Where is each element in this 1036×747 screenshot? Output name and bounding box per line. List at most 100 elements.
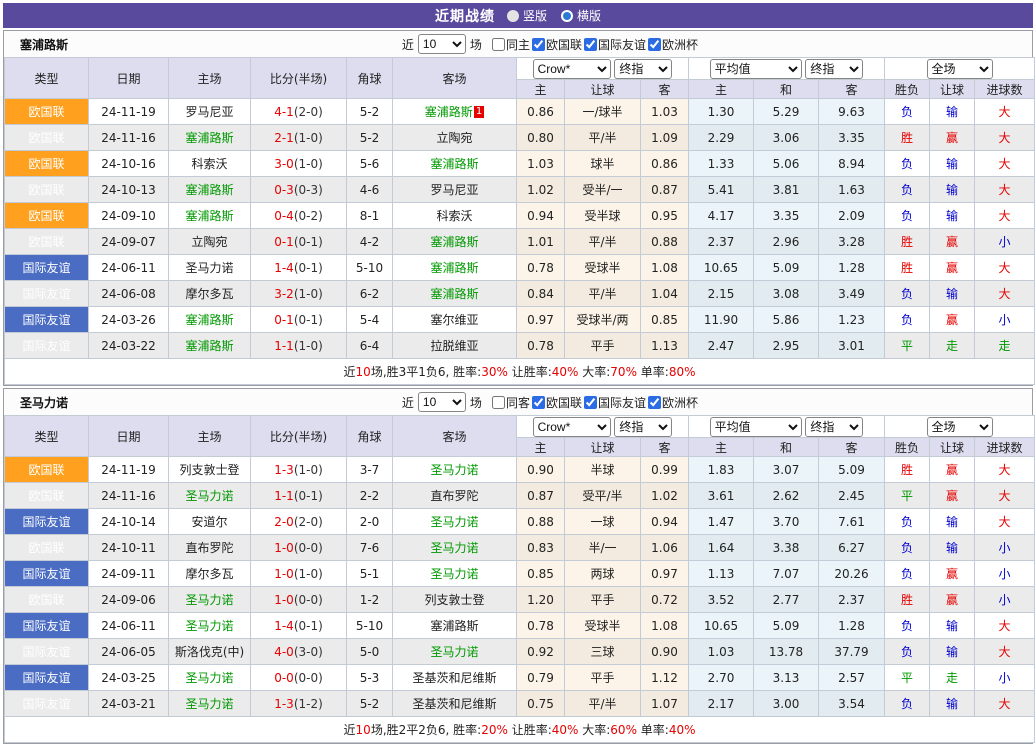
avg-home-odds: 11.90 [688, 306, 755, 333]
result-goals: 小 [974, 586, 1036, 613]
handicap-home-odds: 0.78 [516, 612, 565, 639]
match-row: 欧国联 24-10-16 科索沃 3-0(1-0) 5-6 塞浦路斯 1.03 … [4, 150, 1036, 177]
avg-away-odds: 6.27 [818, 534, 886, 561]
filter-checkbox-3[interactable]: 欧洲杯 [647, 394, 698, 411]
filter-bar: 近 10 场 同客 欧国联 国际友谊 欧洲杯 [402, 392, 698, 412]
sections-container: 塞浦路斯 近 10 场 同主 欧国联 国际友谊 欧洲杯 类型 日期 主场 比分(半 [3, 30, 1036, 744]
match-date: 24-03-21 [88, 690, 169, 717]
filter-checkbox-3[interactable]: 欧洲杯 [647, 36, 698, 53]
half-time-score: (2-0) [293, 514, 323, 529]
result-winloss: 负 [884, 150, 931, 177]
checkbox-input[interactable] [583, 395, 597, 409]
match-date: 24-10-14 [88, 508, 169, 535]
odds-time-select[interactable]: 终指 [614, 416, 673, 437]
scope-group: 全场 [884, 415, 1036, 438]
sub-header-avg-home: 主 [688, 437, 755, 457]
checkbox-input[interactable] [491, 395, 505, 409]
team-section-1: 圣马力诺 近 10 场 同客 欧国联 国际友谊 欧洲杯 类型 日期 主场 比分(半 [3, 388, 1036, 744]
avg-away-odds: 2.37 [818, 586, 886, 613]
sub-header-goals: 进球数 [974, 437, 1036, 457]
avg-draw-odds: 3.38 [753, 534, 820, 561]
filter-checkbox-2[interactable]: 国际友谊 [583, 394, 646, 411]
match-row: 国际友谊 24-03-26 塞浦路斯 0-1(0-1) 5-4 塞尔维亚 0.9… [4, 306, 1036, 333]
near-label: 近 [401, 37, 414, 52]
handicap-home-odds: 0.75 [516, 690, 565, 717]
handicap-line: 半球 [564, 456, 641, 483]
match-date: 24-10-11 [88, 534, 169, 561]
avg-home-odds: 2.15 [688, 280, 755, 307]
half-time-score: (1-0) [293, 286, 323, 301]
scope-select[interactable]: 全场 [926, 58, 993, 79]
match-count-select[interactable]: 10 [417, 392, 466, 412]
avg-time-select[interactable]: 终指 [805, 416, 864, 437]
filter-checkbox-0[interactable]: 同客 [491, 394, 530, 411]
avg-source-select[interactable]: 平均值 [709, 416, 802, 437]
odds-source-select[interactable]: Crow* [532, 416, 611, 437]
scope-select[interactable]: 全场 [926, 416, 993, 437]
result-handicap: 输 [929, 638, 976, 665]
checkbox-input[interactable] [491, 37, 505, 51]
score-cell: 0-0(0-0) [250, 664, 347, 691]
corner-score: 5-6 [346, 150, 393, 177]
summary-stat-value: 10 [355, 365, 371, 379]
avg-home-odds: 2.17 [688, 690, 755, 717]
filter-checkbox-1[interactable]: 欧国联 [531, 394, 582, 411]
checkbox-input[interactable] [531, 395, 545, 409]
corner-score: 1-2 [346, 586, 393, 613]
home-team: 罗马尼亚 [168, 98, 251, 125]
handicap-away-odds: 1.06 [639, 534, 690, 561]
layout-radio-1[interactable]: 横版 [561, 7, 601, 24]
away-team: 圣马力诺 [392, 508, 517, 535]
checkbox-input[interactable] [583, 37, 597, 51]
avg-home-odds: 1.47 [688, 508, 755, 535]
home-team: 塞浦路斯 [168, 124, 251, 151]
result-winloss: 胜 [884, 124, 931, 151]
checkbox-input[interactable] [647, 395, 661, 409]
checkbox-input[interactable] [531, 37, 545, 51]
score-cell: 0-1(0-1) [250, 306, 347, 333]
avg-draw-odds: 3.06 [753, 124, 820, 151]
avg-away-odds: 3.28 [818, 228, 886, 255]
match-count-select[interactable]: 10 [417, 34, 466, 54]
avg-time-select[interactable]: 终指 [805, 58, 864, 79]
checkbox-input[interactable] [647, 37, 661, 51]
match-row: 欧国联 24-11-19 罗马尼亚 4-1(2-0) 5-2 塞浦路斯 1 0.8… [4, 98, 1036, 125]
layout-radio-0[interactable]: 竖版 [506, 7, 547, 24]
match-type-badge: 欧国联 [4, 534, 89, 561]
filter-checkbox-1[interactable]: 欧国联 [531, 36, 582, 53]
avg-away-odds: 9.63 [818, 98, 886, 125]
match-type-badge: 欧国联 [4, 482, 89, 509]
avg-source-select[interactable]: 平均值 [709, 58, 802, 79]
handicap-home-odds: 1.01 [516, 228, 565, 255]
filter-checkbox-0[interactable]: 同主 [491, 36, 530, 53]
avg-away-odds: 5.09 [818, 456, 886, 483]
result-handicap: 赢 [929, 456, 976, 483]
average-odds-group: 平均值 终指 [688, 57, 886, 80]
scope-group: 全场 [884, 57, 1036, 80]
corner-score: 5-4 [346, 306, 393, 333]
col-header-home: 主场 [168, 57, 251, 99]
games-label: 场 [469, 37, 482, 52]
col-header-score: 比分(半场) [250, 57, 347, 99]
handicap-line: 受球半 [564, 254, 641, 281]
result-winloss: 负 [884, 638, 931, 665]
odds-source-select[interactable]: Crow* [532, 58, 611, 79]
handicap-odds-group: Crow* 终指 [515, 415, 690, 438]
full-time-score: 1-3 [274, 462, 294, 477]
sub-header-avg-draw: 和 [753, 437, 820, 457]
filter-checkbox-2[interactable]: 国际友谊 [583, 36, 646, 53]
sub-header-handicap-result: 让球 [929, 79, 976, 99]
section-header: 塞浦路斯 近 10 场 同主 欧国联 国际友谊 欧洲杯 [4, 31, 1032, 57]
odds-time-select[interactable]: 终指 [614, 58, 673, 79]
home-team: 斯洛伐克(中) [168, 638, 251, 665]
home-team: 圣马力诺 [168, 586, 251, 613]
filter-bar: 近 10 场 同主 欧国联 国际友谊 欧洲杯 [402, 34, 698, 54]
result-winloss: 负 [884, 508, 931, 535]
col-header-type: 类型 [4, 415, 89, 457]
home-team: 科索沃 [168, 150, 251, 177]
handicap-away-odds: 1.02 [639, 482, 690, 509]
handicap-away-odds: 0.86 [639, 150, 690, 177]
home-team: 塞浦路斯 [168, 202, 251, 229]
away-team: 塞浦路斯 [392, 280, 517, 307]
result-goals: 大 [974, 176, 1036, 203]
